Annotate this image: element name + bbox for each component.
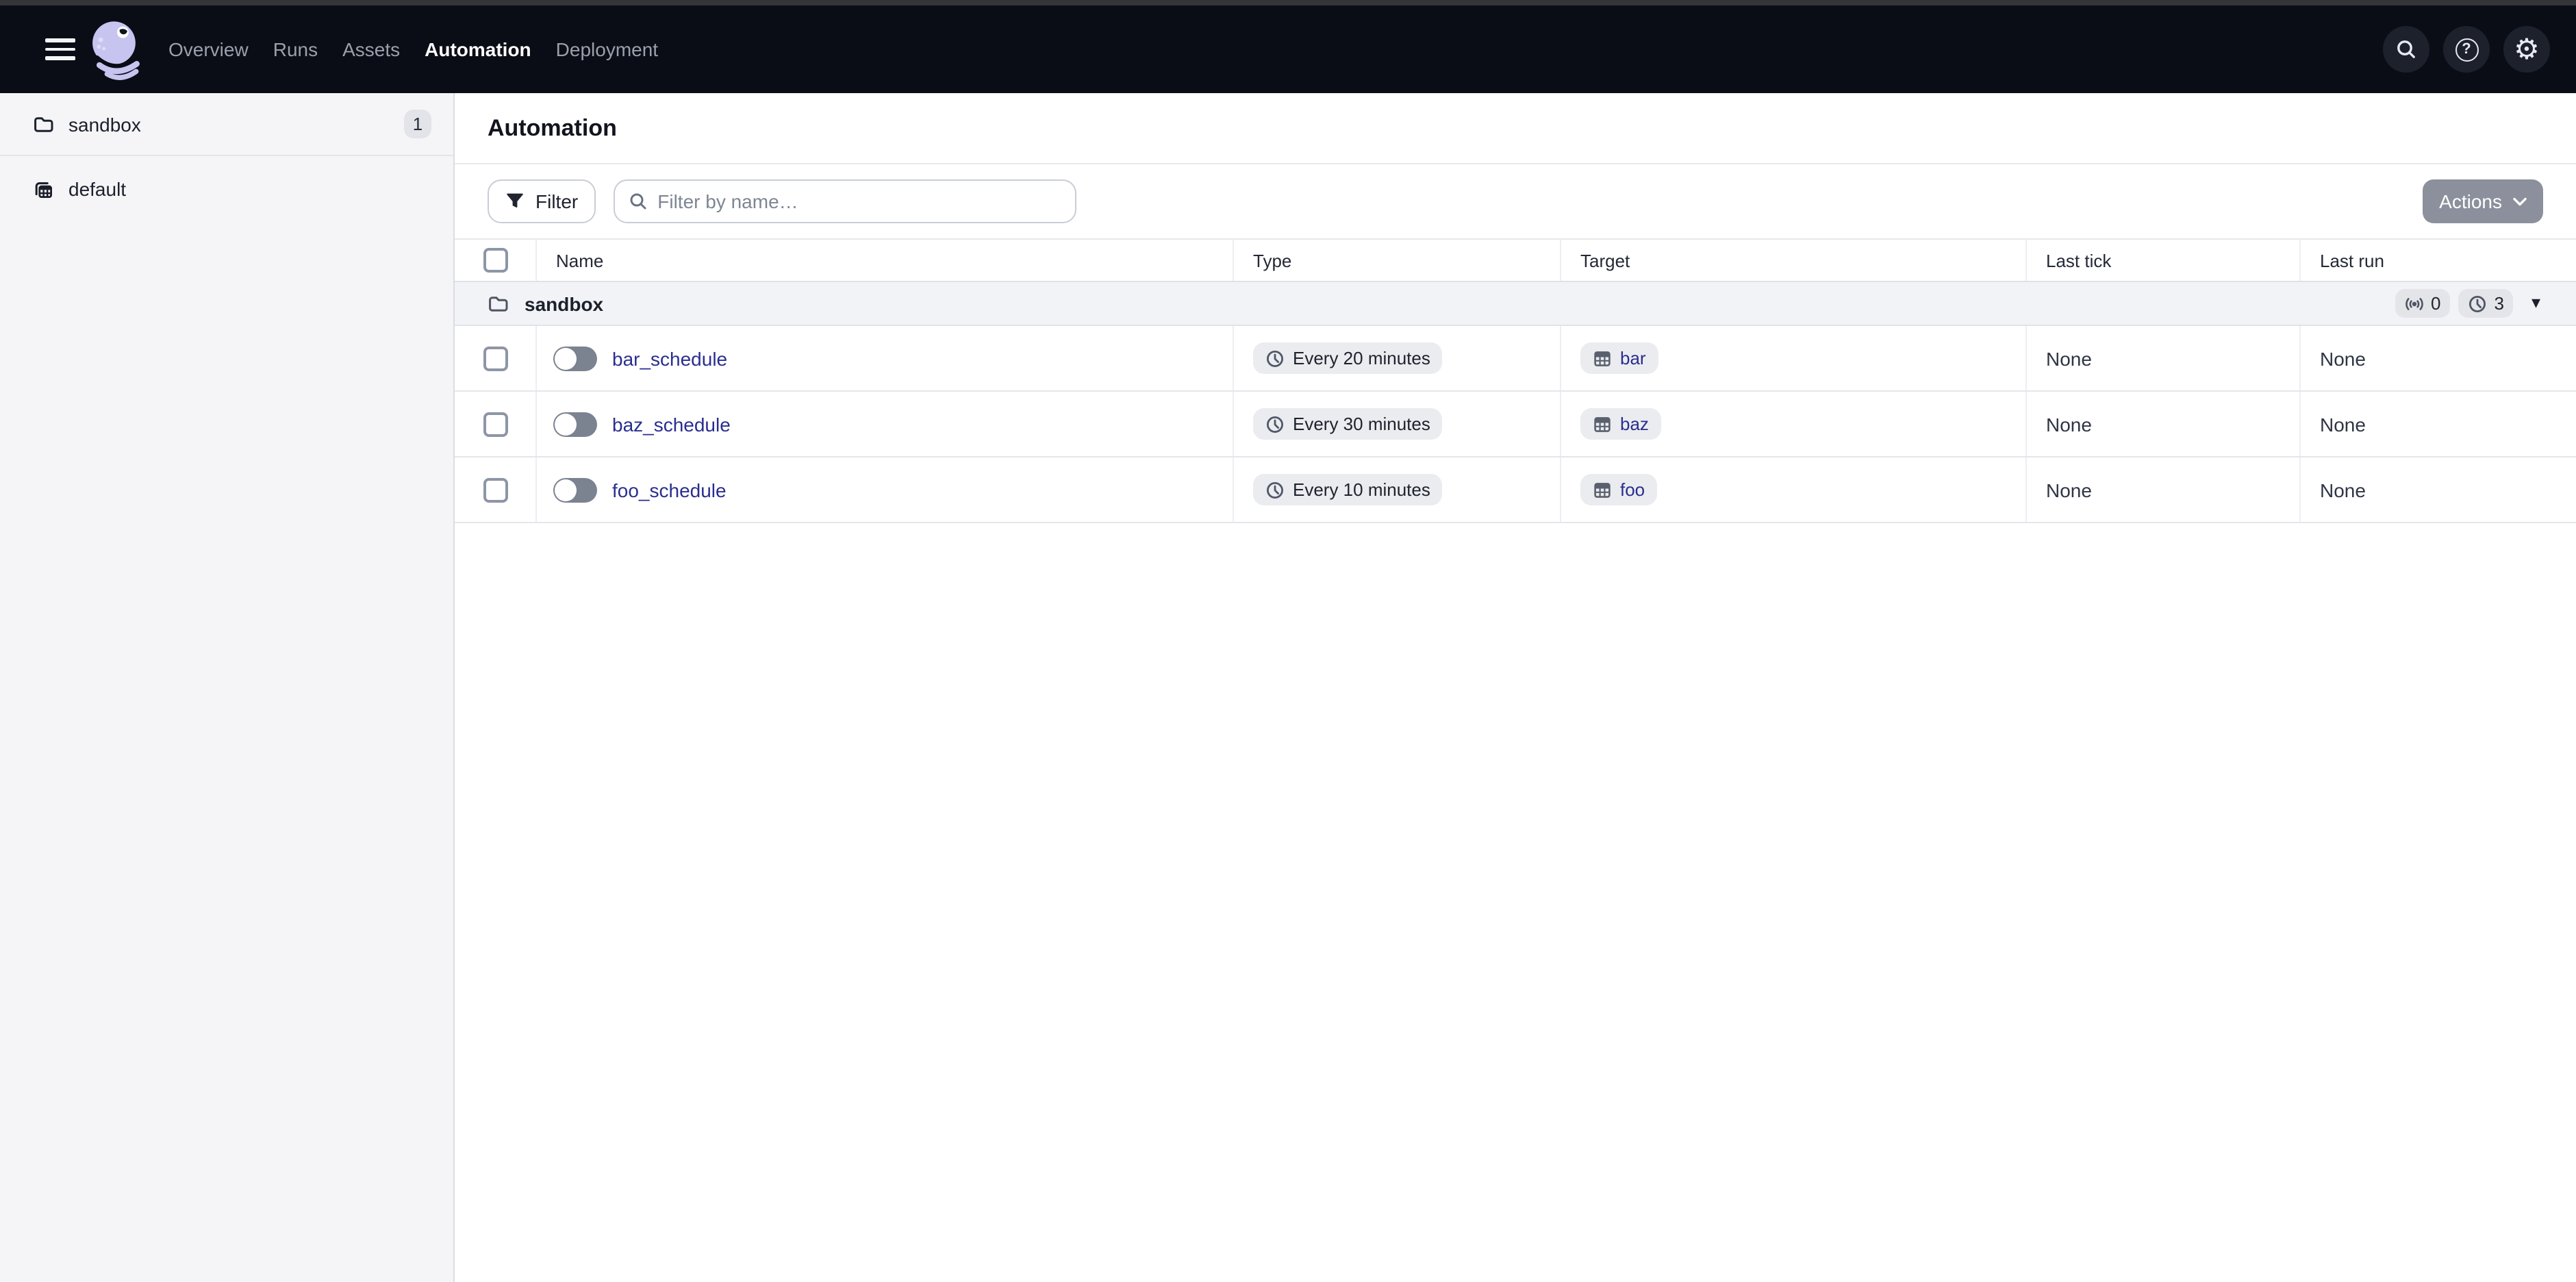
topbar-icon-buttons: ? ⚙	[2383, 26, 2550, 73]
automation-table: Name Type Target Last tick Last run sand…	[455, 240, 2576, 523]
target-badge[interactable]: bar	[1580, 342, 1658, 374]
schedule-toggle[interactable]	[553, 346, 597, 370]
target-name: bar	[1620, 348, 1646, 368]
sensor-count: 0	[2431, 293, 2440, 314]
table-row: foo_schedule Every 10 minutes	[455, 457, 2576, 523]
top-navigation-bar: Overview Runs Assets Automation Deployme…	[0, 5, 2576, 93]
sidebar-item-default[interactable]: default	[0, 156, 453, 222]
schedule-type-badge: Every 20 minutes	[1253, 342, 1443, 374]
funnel-icon	[505, 192, 525, 211]
table-row: bar_schedule Every 20 minutes	[455, 326, 2576, 392]
app-window: Overview Runs Assets Automation Deployme…	[0, 0, 2576, 1282]
target-name: foo	[1620, 479, 1645, 500]
table-header-row: Name Type Target Last tick Last run	[455, 240, 2576, 282]
help-button[interactable]: ?	[2443, 26, 2490, 73]
name-filter-field	[614, 179, 1076, 223]
filter-button-label: Filter	[535, 190, 578, 212]
settings-button[interactable]: ⚙	[2503, 26, 2550, 73]
collapse-caret-icon[interactable]: ▾	[2531, 294, 2540, 312]
last-run-value: None	[2301, 392, 2576, 456]
job-table-icon	[1593, 480, 1612, 499]
row-checkbox[interactable]	[483, 346, 507, 370]
last-tick-value: None	[2027, 392, 2301, 456]
table-copy-icon	[33, 179, 53, 199]
actions-button-label: Actions	[2439, 190, 2502, 212]
search-button[interactable]	[2383, 26, 2429, 73]
folder-icon	[33, 114, 53, 134]
schedule-type: Every 20 minutes	[1293, 348, 1430, 368]
last-tick-value: None	[2027, 326, 2301, 390]
sensor-count-pill: 0	[2395, 289, 2450, 318]
sidebar-item-count-badge: 1	[404, 110, 431, 138]
column-header-last-tick: Last tick	[2027, 240, 2301, 281]
schedule-type: Every 10 minutes	[1293, 479, 1430, 500]
table-row: baz_schedule Every 30 minutes	[455, 392, 2576, 457]
column-header-type: Type	[1234, 240, 1561, 281]
job-table-icon	[1593, 349, 1612, 368]
primary-nav: Overview Runs Assets Automation Deployme…	[168, 38, 658, 60]
column-header-target: Target	[1561, 240, 2027, 281]
clock-icon	[1265, 349, 1285, 368]
hamburger-menu-icon[interactable]	[45, 38, 75, 60]
nav-item-automation[interactable]: Automation	[425, 38, 531, 60]
row-checkbox[interactable]	[483, 412, 507, 436]
schedule-link[interactable]: baz_schedule	[612, 413, 731, 435]
clock-icon	[1265, 414, 1285, 433]
code-location-sidebar: sandbox 1 default	[0, 93, 455, 1282]
group-name: sandbox	[525, 292, 603, 314]
schedule-link[interactable]: foo_schedule	[612, 479, 727, 501]
nav-item-runs[interactable]: Runs	[273, 38, 318, 60]
target-badge[interactable]: foo	[1580, 474, 1657, 505]
job-table-icon	[1593, 414, 1612, 433]
chevron-down-icon	[2513, 197, 2527, 206]
schedule-count: 3	[2494, 293, 2503, 314]
schedule-toggle[interactable]	[553, 412, 597, 436]
schedule-type-badge: Every 30 minutes	[1253, 408, 1443, 440]
last-run-value: None	[2301, 457, 2576, 522]
schedule-type-badge: Every 10 minutes	[1253, 474, 1443, 505]
nav-item-overview[interactable]: Overview	[168, 38, 249, 60]
sensor-icon	[2405, 294, 2424, 313]
schedule-count-pill: 3	[2458, 289, 2513, 318]
target-badge[interactable]: baz	[1580, 408, 1661, 440]
filter-button[interactable]: Filter	[488, 179, 596, 223]
group-row-sandbox[interactable]: sandbox 0	[455, 282, 2576, 326]
target-name: baz	[1620, 414, 1649, 434]
group-counts: 0 3 ▾	[2395, 289, 2540, 318]
column-header-last-run: Last run	[2301, 240, 2576, 281]
search-icon	[2395, 38, 2417, 60]
row-checkbox[interactable]	[483, 477, 507, 502]
sidebar-item-label: sandbox	[68, 113, 141, 135]
clock-icon	[1265, 480, 1285, 499]
help-icon: ?	[2455, 38, 2478, 61]
window-top-strip	[0, 0, 2576, 5]
last-run-value: None	[2301, 326, 2576, 390]
page-header: Automation	[455, 93, 2576, 164]
dagster-logo-icon[interactable]	[85, 15, 151, 84]
clock-icon	[2468, 294, 2487, 313]
nav-item-deployment[interactable]: Deployment	[556, 38, 658, 60]
sidebar-item-sandbox[interactable]: sandbox 1	[0, 93, 453, 156]
nav-item-assets[interactable]: Assets	[342, 38, 400, 60]
name-filter-input[interactable]	[657, 190, 1061, 212]
search-icon	[629, 192, 648, 211]
schedule-toggle[interactable]	[553, 477, 597, 502]
filter-toolbar: Filter Actions	[455, 164, 2576, 240]
last-tick-value: None	[2027, 457, 2301, 522]
folder-icon	[488, 293, 508, 314]
sidebar-item-label: default	[68, 178, 126, 200]
page-title: Automation	[488, 114, 617, 142]
schedule-link[interactable]: bar_schedule	[612, 347, 727, 369]
schedule-type: Every 30 minutes	[1293, 414, 1430, 434]
column-header-name: Name	[537, 240, 1234, 281]
gear-icon: ⚙	[2514, 35, 2540, 64]
actions-button[interactable]: Actions	[2423, 179, 2543, 223]
main-content: Automation Filter Action	[455, 93, 2576, 1282]
select-all-checkbox[interactable]	[483, 248, 507, 273]
